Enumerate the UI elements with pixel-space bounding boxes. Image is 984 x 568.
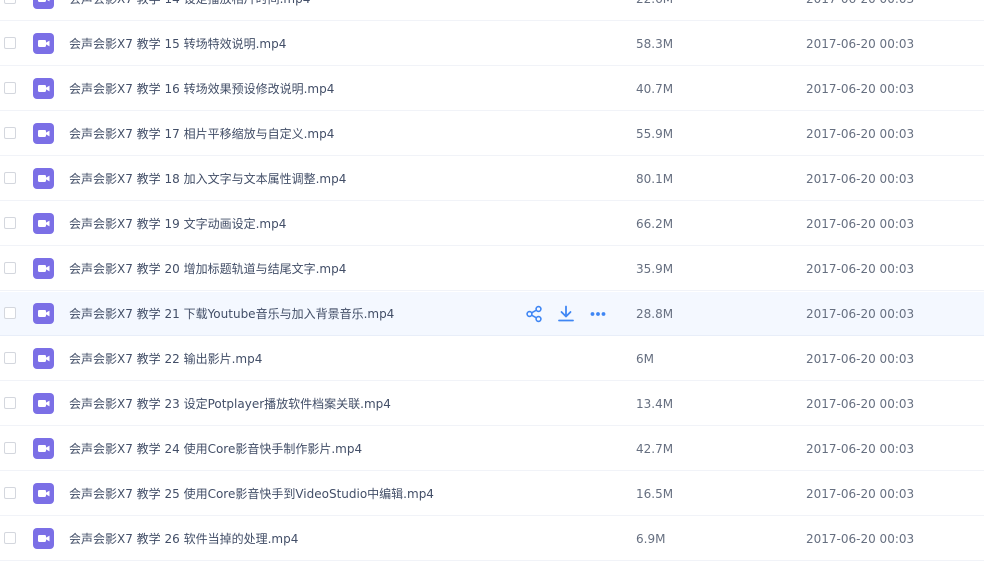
file-row[interactable]: 会声会影X7 教学 25 使用Core影音快手到VideoStudio中编辑.m… bbox=[0, 472, 984, 516]
file-size: 66.2M bbox=[636, 217, 674, 231]
file-name-link[interactable]: 会声会影X7 教学 18 加入文字与文本属性调整.mp4 bbox=[69, 171, 346, 187]
file-row[interactable]: 会声会影X7 教学 14 设定播放相片时间.mp4 22.6M 2017-06-20… bbox=[0, 0, 984, 21]
file-modified-date: 2017-06-20 00:03 bbox=[806, 127, 915, 141]
select-checkbox[interactable] bbox=[4, 532, 16, 544]
download-icon[interactable] bbox=[556, 304, 576, 324]
select-checkbox[interactable] bbox=[4, 442, 16, 454]
select-checkbox[interactable] bbox=[4, 217, 16, 229]
file-size: 58.3M bbox=[636, 37, 674, 51]
file-size: 35.9M bbox=[636, 262, 674, 276]
select-checkbox[interactable] bbox=[4, 82, 16, 94]
file-name-link[interactable]: 会声会影X7 教学 26 软件当掉的处理.mp4 bbox=[69, 531, 298, 547]
select-checkbox[interactable] bbox=[4, 397, 16, 409]
file-name-link[interactable]: 会声会影X7 教学 25 使用Core影音快手到VideoStudio中编辑.m… bbox=[69, 486, 434, 502]
file-name-link[interactable]: 会声会影X7 教学 23 设定Potplayer播放软件档案关联.mp4 bbox=[69, 396, 391, 412]
video-file-icon bbox=[33, 0, 54, 9]
file-modified-date: 2017-06-20 00:03 bbox=[806, 487, 915, 501]
file-modified-date: 2017-06-20 00:03 bbox=[806, 352, 915, 366]
file-modified-date: 2017-06-20 00:03 bbox=[806, 217, 915, 231]
file-size: 40.7M bbox=[636, 82, 674, 96]
video-file-icon bbox=[33, 528, 54, 549]
file-name-link[interactable]: 会声会影X7 教学 19 文字动画设定.mp4 bbox=[69, 216, 286, 232]
file-name-link[interactable]: 会声会影X7 教学 14 设定播放相片时间.mp4 bbox=[69, 0, 310, 7]
file-name-link[interactable]: 会声会影X7 教学 24 使用Core影音快手制作影片.mp4 bbox=[69, 441, 362, 457]
file-size: 42.7M bbox=[636, 442, 674, 456]
file-modified-date: 2017-06-20 00:03 bbox=[806, 37, 915, 51]
file-size: 55.9M bbox=[636, 127, 674, 141]
file-size: 6.9M bbox=[636, 532, 666, 546]
file-size: 28.8M bbox=[636, 307, 674, 321]
video-file-icon bbox=[33, 393, 54, 414]
video-file-icon bbox=[33, 483, 54, 504]
select-checkbox[interactable] bbox=[4, 352, 16, 364]
file-size: 80.1M bbox=[636, 172, 674, 186]
video-file-icon bbox=[33, 348, 54, 369]
select-checkbox[interactable] bbox=[4, 262, 16, 274]
share-icon[interactable] bbox=[524, 304, 544, 324]
file-modified-date: 2017-06-20 00:03 bbox=[806, 0, 914, 7]
file-modified-date: 2017-06-20 00:03 bbox=[806, 397, 915, 411]
file-size: 6M bbox=[636, 352, 654, 366]
video-file-icon bbox=[33, 303, 54, 324]
file-size: 22.6M bbox=[636, 0, 673, 7]
file-name-link[interactable]: 会声会影X7 教学 17 相片平移缩放与自定义.mp4 bbox=[69, 126, 334, 142]
select-checkbox[interactable] bbox=[4, 127, 16, 139]
file-name-link[interactable]: 会声会影X7 教学 15 转场特效说明.mp4 bbox=[69, 36, 286, 52]
file-size: 13.4M bbox=[636, 397, 674, 411]
video-file-icon bbox=[33, 258, 54, 279]
video-file-icon bbox=[33, 213, 54, 234]
select-checkbox[interactable] bbox=[4, 172, 16, 184]
file-name-link[interactable]: 会声会影X7 教学 21 下载Youtube音乐与加入背景音乐.mp4 bbox=[69, 306, 394, 322]
file-row[interactable]: 会声会影X7 教学 21 下载Youtube音乐与加入背景音乐.mp4 28.8M… bbox=[0, 292, 984, 336]
video-file-icon bbox=[33, 438, 54, 459]
select-checkbox[interactable] bbox=[4, 307, 16, 319]
file-row[interactable]: 会声会影X7 教学 15 转场特效说明.mp4 58.3M 2017-06-20 0… bbox=[0, 22, 984, 66]
file-row[interactable]: 会声会影X7 教学 20 增加标题轨道与结尾文字.mp4 35.9M 2017-06… bbox=[0, 247, 984, 291]
file-row[interactable]: 会声会影X7 教学 17 相片平移缩放与自定义.mp4 55.9M 2017-06-… bbox=[0, 112, 984, 156]
file-list: 会声会影X7 教学 14 设定播放相片时间.mp4 22.6M 2017-06-20… bbox=[0, 0, 984, 568]
file-row[interactable]: 会声会影X7 教学 23 设定Potplayer播放软件档案关联.mp4 13.4… bbox=[0, 382, 984, 426]
video-file-icon bbox=[33, 123, 54, 144]
file-row[interactable]: 会声会影X7 教学 16 转场效果预设修改说明.mp4 40.7M 2017-06-… bbox=[0, 67, 984, 111]
select-checkbox[interactable] bbox=[4, 487, 16, 499]
file-size: 16.5M bbox=[636, 487, 674, 501]
video-file-icon bbox=[33, 168, 54, 189]
file-name-link[interactable]: 会声会影X7 教学 22 输出影片.mp4 bbox=[69, 351, 262, 367]
file-modified-date: 2017-06-20 00:03 bbox=[806, 532, 915, 546]
file-name-link[interactable]: 会声会影X7 教学 16 转场效果预设修改说明.mp4 bbox=[69, 81, 334, 97]
file-modified-date: 2017-06-20 00:03 bbox=[806, 172, 915, 186]
video-file-icon bbox=[33, 78, 54, 99]
file-row[interactable]: 会声会影X7 教学 26 软件当掉的处理.mp4 6.9M 2017-06-20 0… bbox=[0, 517, 984, 561]
file-name-link[interactable]: 会声会影X7 教学 20 增加标题轨道与结尾文字.mp4 bbox=[69, 261, 346, 277]
more-icon[interactable] bbox=[588, 304, 608, 324]
file-modified-date: 2017-06-20 00:03 bbox=[806, 307, 915, 321]
file-row[interactable]: 会声会影X7 教学 18 加入文字与文本属性调整.mp4 80.1M 2017-06… bbox=[0, 157, 984, 201]
file-modified-date: 2017-06-20 00:03 bbox=[806, 262, 915, 276]
file-modified-date: 2017-06-20 00:03 bbox=[806, 442, 915, 456]
select-checkbox[interactable] bbox=[4, 37, 16, 49]
file-row[interactable]: 会声会影X7 教学 19 文字动画设定.mp4 66.2M 2017-06-20 0… bbox=[0, 202, 984, 246]
file-modified-date: 2017-06-20 00:03 bbox=[806, 82, 915, 96]
file-row[interactable]: 会声会影X7 教学 24 使用Core影音快手制作影片.mp4 42.7M 2017… bbox=[0, 427, 984, 471]
select-checkbox[interactable] bbox=[4, 0, 16, 4]
file-row[interactable]: 会声会影X7 教学 22 输出影片.mp4 6M 2017-06-20 00:03 bbox=[0, 337, 984, 381]
video-file-icon bbox=[33, 33, 54, 54]
